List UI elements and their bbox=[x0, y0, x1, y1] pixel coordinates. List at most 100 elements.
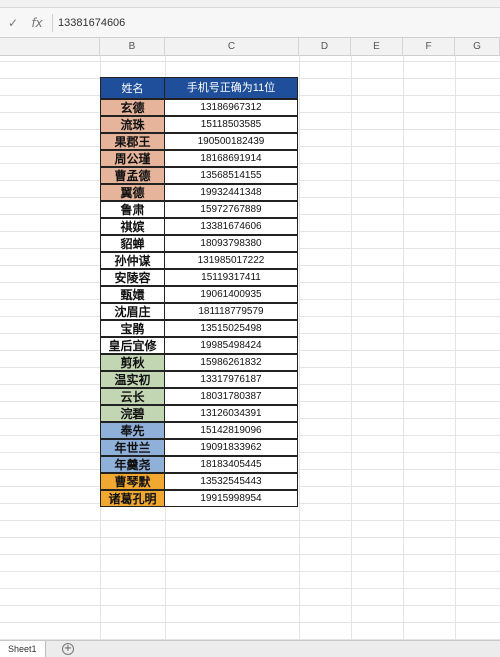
menu-strip bbox=[0, 0, 500, 8]
formula-separator bbox=[52, 14, 53, 32]
gridline bbox=[403, 56, 404, 640]
name-cell[interactable]: 曹孟德 bbox=[100, 167, 165, 184]
name-cell[interactable]: 孙仲谋 bbox=[100, 252, 165, 269]
table-row: 宝鹃 13515025498 bbox=[100, 320, 299, 338]
phone-cell[interactable]: 13126034391 bbox=[164, 405, 298, 422]
table-row: 浣碧 13126034391 bbox=[100, 405, 299, 423]
name-cell[interactable]: 周公瑾 bbox=[100, 150, 165, 167]
phone-cell[interactable]: 15142819096 bbox=[164, 422, 298, 439]
name-cell[interactable]: 皇后宜修 bbox=[100, 337, 165, 354]
phone-cell[interactable]: 13186967312 bbox=[164, 99, 298, 116]
table-row: 年羹尧 18183405445 bbox=[100, 456, 299, 474]
name-cell[interactable]: 宝鹃 bbox=[100, 320, 165, 337]
phone-cell[interactable]: 13532545443 bbox=[164, 473, 298, 490]
table-row: 翼德 19932441348 bbox=[100, 184, 299, 202]
phone-cell[interactable]: 181118779579 bbox=[164, 303, 298, 320]
name-cell[interactable]: 貂蝉 bbox=[100, 235, 165, 252]
table-row: 云长 18031780387 bbox=[100, 388, 299, 406]
phone-cell[interactable]: 15986261832 bbox=[164, 354, 298, 371]
phone-cell[interactable]: 15972767889 bbox=[164, 201, 298, 218]
name-cell[interactable]: 奉先 bbox=[100, 422, 165, 439]
formula-input[interactable]: 13381674606 bbox=[58, 14, 125, 32]
name-cell[interactable]: 剪秋 bbox=[100, 354, 165, 371]
check-icon[interactable]: ✓ bbox=[4, 14, 22, 32]
name-cell[interactable]: 年世兰 bbox=[100, 439, 165, 456]
name-cell[interactable]: 祺嫔 bbox=[100, 218, 165, 235]
table-row: 奉先 15142819096 bbox=[100, 422, 299, 440]
table-row: 玄德 13186967312 bbox=[100, 99, 299, 117]
column-header-e[interactable]: E bbox=[351, 38, 403, 56]
phone-cell[interactable]: 190500182439 bbox=[164, 133, 298, 150]
name-cell[interactable]: 年羹尧 bbox=[100, 456, 165, 473]
phone-cell[interactable]: 19061400935 bbox=[164, 286, 298, 303]
column-header-d[interactable]: D bbox=[299, 38, 351, 56]
phone-cell[interactable]: 13568514155 bbox=[164, 167, 298, 184]
phone-cell[interactable]: 13515025498 bbox=[164, 320, 298, 337]
name-cell[interactable]: 温实初 bbox=[100, 371, 165, 388]
sheet-tab-sheet1[interactable]: Sheet1 bbox=[0, 641, 46, 657]
header-phone-cell[interactable]: 手机号正确为11位 bbox=[164, 77, 298, 99]
table-row: 鲁肃 15972767889 bbox=[100, 201, 299, 219]
name-cell[interactable]: 甄嬛 bbox=[100, 286, 165, 303]
name-cell[interactable]: 曹琴默 bbox=[100, 473, 165, 490]
name-cell[interactable]: 云长 bbox=[100, 388, 165, 405]
formula-bar: ✓ fx 13381674606 bbox=[0, 8, 500, 38]
table-row: 流珠 15118503585 bbox=[100, 116, 299, 134]
header-name-cell[interactable]: 姓名 bbox=[100, 77, 165, 99]
gridline bbox=[0, 605, 500, 606]
phone-cell[interactable]: 15119317411 bbox=[164, 269, 298, 286]
table-row: 甄嬛 19061400935 bbox=[100, 286, 299, 304]
row-header-corner[interactable] bbox=[0, 38, 100, 56]
table-row: 皇后宜修 19985498424 bbox=[100, 337, 299, 355]
table-row: 祺嫔 13381674606 bbox=[100, 218, 299, 236]
sheet-grid[interactable]: 姓名 手机号正确为11位 玄德 13186967312 流珠 15118503585 果… bbox=[0, 56, 500, 640]
column-header-f[interactable]: F bbox=[403, 38, 455, 56]
name-cell[interactable]: 诸葛孔明 bbox=[100, 490, 165, 507]
gridline bbox=[351, 56, 352, 640]
table-row: 貂蝉 18093798380 bbox=[100, 235, 299, 253]
column-headers: B C D E F G bbox=[0, 38, 500, 56]
table-row: 周公瑾 18168691914 bbox=[100, 150, 299, 168]
table-row: 果郡王 190500182439 bbox=[100, 133, 299, 151]
data-table: 姓名 手机号正确为11位 玄德 13186967312 流珠 15118503585 果… bbox=[100, 77, 299, 508]
name-cell[interactable]: 浣碧 bbox=[100, 405, 165, 422]
gridline bbox=[0, 61, 500, 62]
gridline bbox=[0, 571, 500, 572]
column-header-g[interactable]: G bbox=[455, 38, 500, 56]
name-cell[interactable]: 安陵容 bbox=[100, 269, 165, 286]
name-cell[interactable]: 果郡王 bbox=[100, 133, 165, 150]
gridline bbox=[0, 622, 500, 623]
table-row: 曹琴默 13532545443 bbox=[100, 473, 299, 491]
phone-cell[interactable]: 19932441348 bbox=[164, 184, 298, 201]
name-cell[interactable]: 沈眉庄 bbox=[100, 303, 165, 320]
phone-cell[interactable]: 18168691914 bbox=[164, 150, 298, 167]
column-header-b[interactable]: B bbox=[100, 38, 165, 56]
name-cell[interactable]: 翼德 bbox=[100, 184, 165, 201]
gridline bbox=[455, 56, 456, 640]
phone-cell[interactable]: 18183405445 bbox=[164, 456, 298, 473]
phone-cell[interactable]: 18031780387 bbox=[164, 388, 298, 405]
phone-cell[interactable]: 18093798380 bbox=[164, 235, 298, 252]
table-row: 年世兰 19091833962 bbox=[100, 439, 299, 457]
phone-cell[interactable]: 19985498424 bbox=[164, 337, 298, 354]
phone-cell[interactable]: 19915998954 bbox=[164, 490, 298, 507]
table-row: 孙仲谋 131985017222 bbox=[100, 252, 299, 270]
name-cell[interactable]: 流珠 bbox=[100, 116, 165, 133]
gridline bbox=[0, 537, 500, 538]
phone-cell[interactable]: 13381674606 bbox=[164, 218, 298, 235]
table-row: 诸葛孔明 19915998954 bbox=[100, 490, 299, 508]
phone-cell[interactable]: 131985017222 bbox=[164, 252, 298, 269]
gridline bbox=[0, 520, 500, 521]
phone-cell[interactable]: 19091833962 bbox=[164, 439, 298, 456]
fx-label[interactable]: fx bbox=[28, 14, 46, 32]
column-header-c[interactable]: C bbox=[165, 38, 299, 56]
table-row: 沈眉庄 181118779579 bbox=[100, 303, 299, 321]
phone-cell[interactable]: 15118503585 bbox=[164, 116, 298, 133]
gridline bbox=[299, 56, 300, 640]
name-cell[interactable]: 玄德 bbox=[100, 99, 165, 116]
plus-icon[interactable]: + bbox=[62, 643, 74, 655]
table-row: 温实初 13317976187 bbox=[100, 371, 299, 389]
table-row: 剪秋 15986261832 bbox=[100, 354, 299, 372]
name-cell[interactable]: 鲁肃 bbox=[100, 201, 165, 218]
phone-cell[interactable]: 13317976187 bbox=[164, 371, 298, 388]
